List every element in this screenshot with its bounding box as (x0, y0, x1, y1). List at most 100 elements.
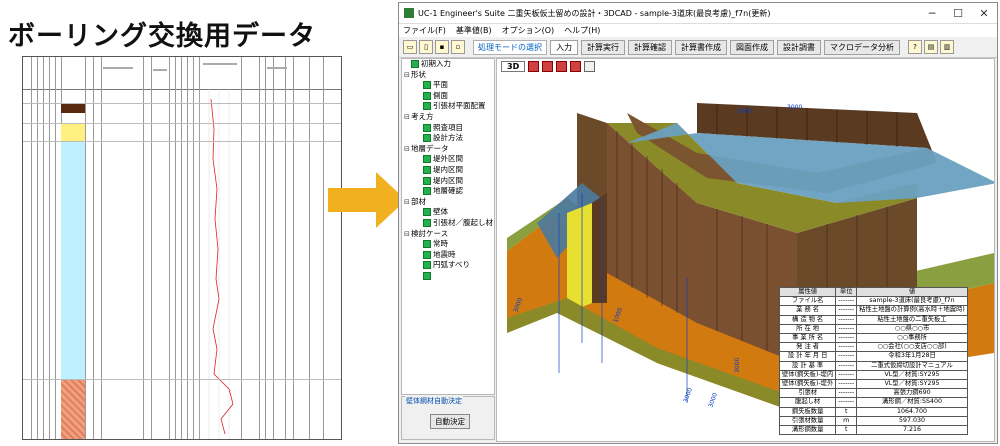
title-bar: UC-1 Engineer's Suite 二重矢板仮土留めの設計・3DCAD … (399, 3, 997, 24)
tab-report[interactable]: 計算書作成 (675, 39, 727, 55)
auto-decide-button[interactable]: 自動決定 (430, 414, 470, 429)
auto-decide-label: 壁体鋼材自動決定 (405, 396, 463, 406)
maximize-button[interactable]: ☐ (945, 7, 971, 20)
book-icon[interactable]: ▤ (924, 40, 938, 54)
new-file-icon[interactable]: ▯ (419, 40, 433, 54)
tree-item[interactable]: ⊟考え方 (402, 112, 494, 123)
tab-check[interactable]: 計算確認 (628, 39, 672, 55)
menu-file[interactable]: ファイル(F) (403, 25, 446, 36)
tree-item[interactable]: 地震時 (402, 250, 494, 261)
mode-select-label: 処理モードの選択 (473, 39, 547, 55)
open-folder-icon[interactable]: ▭ (403, 40, 417, 54)
tree-item[interactable]: ⊟検討ケース (402, 229, 494, 240)
window-title: UC-1 Engineer's Suite 二重矢板仮土留めの設計・3DCAD … (418, 8, 771, 18)
check-icon (423, 102, 431, 111)
tree-item[interactable]: ⊟形状 (402, 70, 494, 81)
tree-item[interactable]: 平面 (402, 80, 494, 91)
menu-options[interactable]: オプション(O) (502, 25, 555, 36)
tree-item-label: 平面 (433, 80, 448, 90)
save-icon[interactable]: ▪ (435, 40, 449, 54)
view-iso-icon[interactable] (570, 60, 582, 72)
table-cell: 粘性土地盤の計算例(高水時＋地震時) (856, 305, 968, 316)
tree-item[interactable]: 引張材／腹起し材 (402, 218, 494, 229)
check-icon (423, 123, 431, 132)
table-header: 値 (856, 286, 968, 298)
tree-item[interactable]: 設計方法 (402, 133, 494, 144)
tree-item[interactable]: 初期入力 (402, 59, 494, 70)
table-cell: VL型／材質:SY295 (856, 379, 968, 390)
table-cell: ------- (835, 369, 858, 381)
table-row: 事 業 所 名 ------- ○○事務所 (778, 333, 968, 344)
tab-input[interactable]: 入力 (550, 39, 578, 55)
table-cell: 設 計 年 月 日 (778, 351, 837, 362)
table-cell: 597.030 (856, 415, 968, 427)
table-row: 腹起し材 ------- 溝形鋼／材質:SS400 (778, 397, 968, 408)
tree-item[interactable]: ⊟部材 (402, 197, 494, 208)
table-cell: 腹起し材 (778, 397, 837, 408)
table-cell: m (835, 415, 858, 427)
tree-item[interactable]: 地層確認 (402, 186, 494, 197)
menu-standards[interactable]: 基準値(B) (456, 25, 492, 36)
help-icon[interactable]: ? (908, 40, 922, 54)
table-cell: ------- (835, 351, 858, 362)
view-side-icon[interactable] (542, 60, 554, 72)
tree-item-label: 照査項目 (433, 122, 463, 132)
minimize-button[interactable]: ─ (919, 7, 945, 20)
view-top-icon[interactable] (556, 60, 568, 72)
tree-item[interactable]: 堤内区間 (402, 176, 494, 187)
tab-design-doc[interactable]: 設計調書 (777, 39, 821, 55)
table-cell: ○○会社(○○支店○○部) (856, 342, 968, 353)
expand-icon[interactable]: ⊟ (404, 229, 411, 240)
check-icon (423, 250, 431, 259)
table-cell: 所 在 地 (778, 323, 837, 335)
expand-icon[interactable]: ⊟ (404, 197, 411, 208)
menu-bar: ファイル(F) 基準値(B) オプション(O) ヘルプ(H) (399, 24, 997, 37)
view-reset-icon[interactable] (584, 60, 596, 72)
table-cell: ------- (835, 305, 858, 316)
tab-drawing[interactable]: 図面作成 (730, 39, 774, 55)
check-icon (423, 218, 431, 227)
tree-item[interactable]: 引張材平面配置 (402, 101, 494, 112)
tree-item[interactable]: 堤外区間 (402, 154, 494, 165)
tree-item[interactable]: 壁体 (402, 207, 494, 218)
tree-item-label: 考え方 (411, 111, 434, 121)
tab-3d[interactable]: 3D (501, 60, 526, 72)
app-window: UC-1 Engineer's Suite 二重矢板仮土留めの設計・3DCAD … (398, 2, 998, 444)
tree-item[interactable]: 堤内区間 (402, 165, 494, 176)
input-tree: 初期入力 ⊟形状 平面 側面 引張材平面配置 ⊟考え方 照査項目 設計方法 ⊟地層データ 堤外区間… (401, 58, 495, 395)
log-layer-yellow (61, 123, 85, 141)
tree-item[interactable]: 常時 (402, 239, 494, 250)
tree-item[interactable]: 照査項目 (402, 123, 494, 134)
tree-item-label: 堤外区間 (433, 154, 463, 164)
table-cell: 設 計 基 準 (778, 360, 837, 371)
table-cell: 壁体(鋼矢板)-堤内 (778, 369, 837, 381)
expand-icon[interactable]: ⊟ (404, 70, 411, 81)
save-as-icon[interactable]: ▫ (451, 40, 465, 54)
close-button[interactable]: ✕ (971, 7, 997, 20)
table-cell: 鋼矢板数量 (778, 406, 837, 417)
expand-icon[interactable]: ⊟ (404, 144, 411, 155)
log-layer-salmon (61, 379, 85, 439)
tree-item[interactable]: 円弧すべり (402, 260, 494, 271)
settings-icon[interactable]: ▥ (940, 40, 954, 54)
table-cell: 発 注 者 (778, 342, 837, 353)
tree-item[interactable] (402, 271, 494, 282)
check-icon (411, 60, 419, 68)
tab-macro[interactable]: マクロデータ分析 (824, 39, 900, 55)
toolbar: ▭ ▯ ▪ ▫ 処理モードの選択 入力 計算実行 計算確認 計算書作成 図面作成… (399, 37, 997, 58)
tree-item-label: 堤内区間 (433, 175, 463, 185)
table-row: 設 計 基 準 ------- 二重式仮締切設計マニュアル (778, 360, 968, 371)
view-front-icon[interactable] (528, 60, 540, 72)
table-row: 壁体(鋼矢板)-堤外 ------- VL型／材質:SY295 (778, 379, 968, 390)
check-icon (423, 176, 431, 185)
expand-icon[interactable]: ⊟ (404, 112, 411, 123)
menu-help[interactable]: ヘルプ(H) (564, 25, 600, 36)
auto-decide-panel: 壁体鋼材自動決定 自動決定 (401, 396, 495, 440)
3d-view[interactable]: 3D 3000 3000 3000 1000 3000 3000 3000 属性… (496, 58, 995, 442)
tab-calculate[interactable]: 計算実行 (581, 39, 625, 55)
table-cell: ------- (835, 342, 858, 353)
tree-item[interactable]: ⊟地層データ (402, 144, 494, 155)
tree-item[interactable]: 側面 (402, 91, 494, 102)
table-cell: 引張材 (778, 388, 837, 399)
check-icon (423, 165, 431, 174)
